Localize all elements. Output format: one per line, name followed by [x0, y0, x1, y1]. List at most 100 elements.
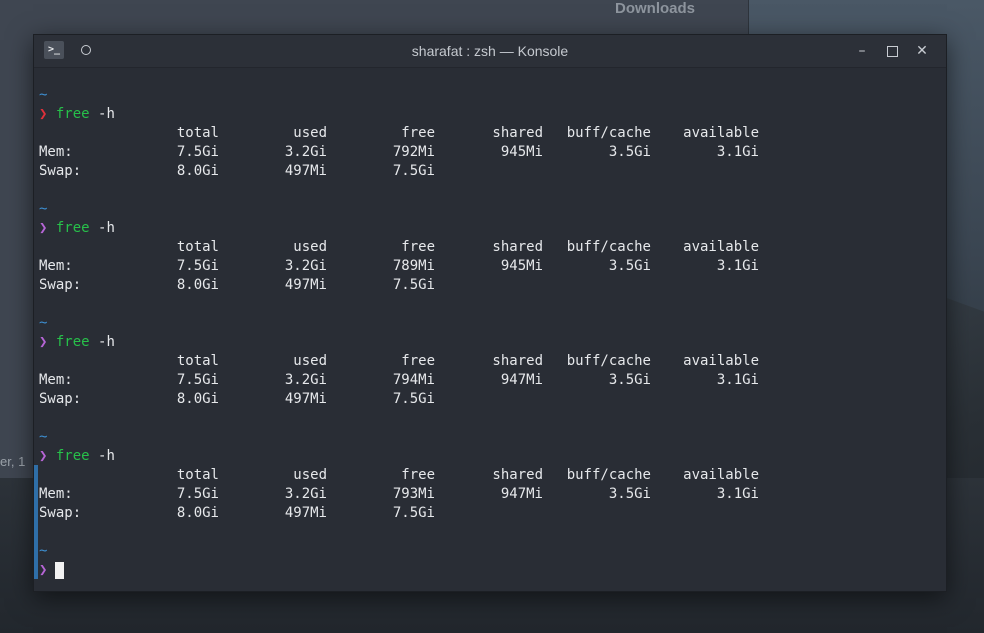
- truncated-text: er, 1: [0, 454, 26, 469]
- close-button[interactable]: ✕: [912, 41, 932, 61]
- swap-row-cell: 7.5Gi: [392, 505, 435, 521]
- column-header: buff/cache: [566, 353, 651, 369]
- title-bar[interactable]: >_ sharafat : zsh — Konsole – ✕: [34, 35, 946, 68]
- swap-row: Swap: 8.0Gi 497Mi 7.5Gi: [39, 504, 946, 523]
- swap-row-cell: 7.5Gi: [392, 391, 435, 407]
- prompt-line: ❯ free -h: [39, 447, 946, 466]
- swap-row-cell: Swap:: [39, 277, 82, 293]
- cwd-indicator: ~: [39, 87, 48, 103]
- mem-row: Mem: 7.5Gi 3.2Gi 794Mi 947Mi 3.5Gi 3.1Gi: [39, 371, 946, 390]
- prompt-symbol: ❯: [39, 562, 48, 578]
- column-header: shared: [492, 125, 543, 141]
- maximize-icon: [886, 45, 898, 57]
- command-name: free: [55, 448, 90, 464]
- mem-row-cell: 789Mi: [392, 258, 435, 274]
- mem-row-cell: 7.5Gi: [176, 258, 219, 274]
- mem-row-cell: 3.5Gi: [608, 144, 651, 160]
- column-header: buff/cache: [566, 467, 651, 483]
- mem-row-cell: 792Mi: [392, 144, 435, 160]
- header-row: total used free shared buff/cache available: [39, 466, 946, 485]
- column-header: total: [176, 239, 219, 255]
- mem-row: Mem: 7.5Gi 3.2Gi 793Mi 947Mi 3.5Gi 3.1Gi: [39, 485, 946, 504]
- command-output-block: ~ ❯ free -h total used free shared buff/cache a…: [39, 428, 946, 523]
- column-header: [39, 466, 105, 485]
- window-title: sharafat : zsh — Konsole: [411, 43, 569, 59]
- column-header: available: [683, 239, 759, 255]
- swap-row-cell: 8.0Gi: [176, 391, 219, 407]
- swap-row-cell: Swap:: [39, 163, 82, 179]
- mem-row-cell: 794Mi: [392, 372, 435, 388]
- maximize-button[interactable]: [882, 41, 902, 61]
- header-row: total used free shared buff/cache available: [39, 352, 946, 371]
- mem-row-cell: 3.2Gi: [284, 372, 327, 388]
- cwd-indicator: ~: [39, 201, 48, 217]
- column-header: available: [683, 125, 759, 141]
- swap-row-cell: 497Mi: [284, 505, 327, 521]
- column-header: used: [293, 239, 327, 255]
- command-output-block: ~ ❯ free -h total used free shared buff/cache a…: [39, 314, 946, 409]
- column-header: shared: [492, 467, 543, 483]
- column-header: buff/cache: [566, 239, 651, 255]
- mem-row-cell: 3.2Gi: [284, 258, 327, 274]
- mem-row-cell: 945Mi: [500, 144, 543, 160]
- command-name: free: [55, 220, 90, 236]
- command-argument: -h: [89, 106, 115, 122]
- cwd-indicator: ~: [39, 543, 48, 559]
- mem-row: Mem: 7.5Gi 3.2Gi 792Mi 945Mi 3.5Gi 3.1Gi: [39, 143, 946, 162]
- cwd-indicator: ~: [39, 429, 48, 445]
- active-prompt-line[interactable]: ❯: [39, 561, 946, 580]
- prompt-line: ❯ free -h: [39, 219, 946, 238]
- mem-row-cell: 3.5Gi: [608, 372, 651, 388]
- column-header: free: [401, 353, 435, 369]
- column-header: shared: [492, 353, 543, 369]
- mem-row-cell: 947Mi: [500, 486, 543, 502]
- command-name: free: [55, 106, 90, 122]
- prompt-symbol: ❯: [39, 334, 48, 350]
- prompt-symbol: ❯: [39, 448, 48, 464]
- column-header: [39, 124, 105, 143]
- column-header: used: [293, 125, 327, 141]
- mem-row-cell: 3.1Gi: [716, 486, 759, 502]
- column-header: total: [176, 467, 219, 483]
- prompt-line: ❯ free -h: [39, 105, 946, 124]
- mem-row-cell: 7.5Gi: [176, 372, 219, 388]
- command-output-block: ~ ❯ free -h total used free shared buff/cache a…: [39, 86, 946, 181]
- swap-row-cell: 8.0Gi: [176, 277, 219, 293]
- konsole-window[interactable]: >_ sharafat : zsh — Konsole – ✕ ~ ❯ free …: [33, 34, 947, 592]
- swap-row-cell: Swap:: [39, 505, 82, 521]
- text-cursor: [55, 561, 65, 579]
- mem-row-cell: 947Mi: [500, 372, 543, 388]
- mem-row-cell: Mem:: [39, 258, 73, 274]
- column-header: total: [176, 353, 219, 369]
- downloads-label[interactable]: Downloads: [615, 0, 695, 17]
- mem-row-cell: 945Mi: [500, 258, 543, 274]
- mem-row-cell: 3.5Gi: [608, 258, 651, 274]
- mem-row-cell: Mem:: [39, 486, 73, 502]
- swap-row-cell: 8.0Gi: [176, 163, 219, 179]
- column-header: total: [176, 125, 219, 141]
- column-header: available: [683, 353, 759, 369]
- swap-row: Swap: 8.0Gi 497Mi 7.5Gi: [39, 162, 946, 181]
- swap-row-cell: 7.5Gi: [392, 277, 435, 293]
- header-row: total used free shared buff/cache available: [39, 124, 946, 143]
- mem-row-cell: 3.2Gi: [284, 144, 327, 160]
- swap-row-cell: 8.0Gi: [176, 505, 219, 521]
- command-argument: -h: [89, 448, 115, 464]
- mem-row-cell: 3.1Gi: [716, 144, 759, 160]
- terminal-area[interactable]: ~ ❯ free -h total used free shared buff/cache a…: [34, 68, 946, 591]
- mem-row-cell: 3.5Gi: [608, 486, 651, 502]
- swap-row-cell: 497Mi: [284, 391, 327, 407]
- mem-row-cell: 7.5Gi: [176, 486, 219, 502]
- column-header: free: [401, 467, 435, 483]
- mem-row-cell: 3.1Gi: [716, 258, 759, 274]
- column-header: free: [401, 239, 435, 255]
- command-argument: -h: [89, 334, 115, 350]
- column-header: used: [293, 353, 327, 369]
- command-argument: -h: [89, 220, 115, 236]
- minimize-button[interactable]: –: [852, 41, 872, 61]
- swap-row-cell: 7.5Gi: [392, 163, 435, 179]
- swap-row-cell: 497Mi: [284, 163, 327, 179]
- command-output-block: ~ ❯ free -h total used free shared buff/cache a…: [39, 200, 946, 295]
- header-row: total used free shared buff/cache available: [39, 238, 946, 257]
- mem-row-cell: Mem:: [39, 372, 73, 388]
